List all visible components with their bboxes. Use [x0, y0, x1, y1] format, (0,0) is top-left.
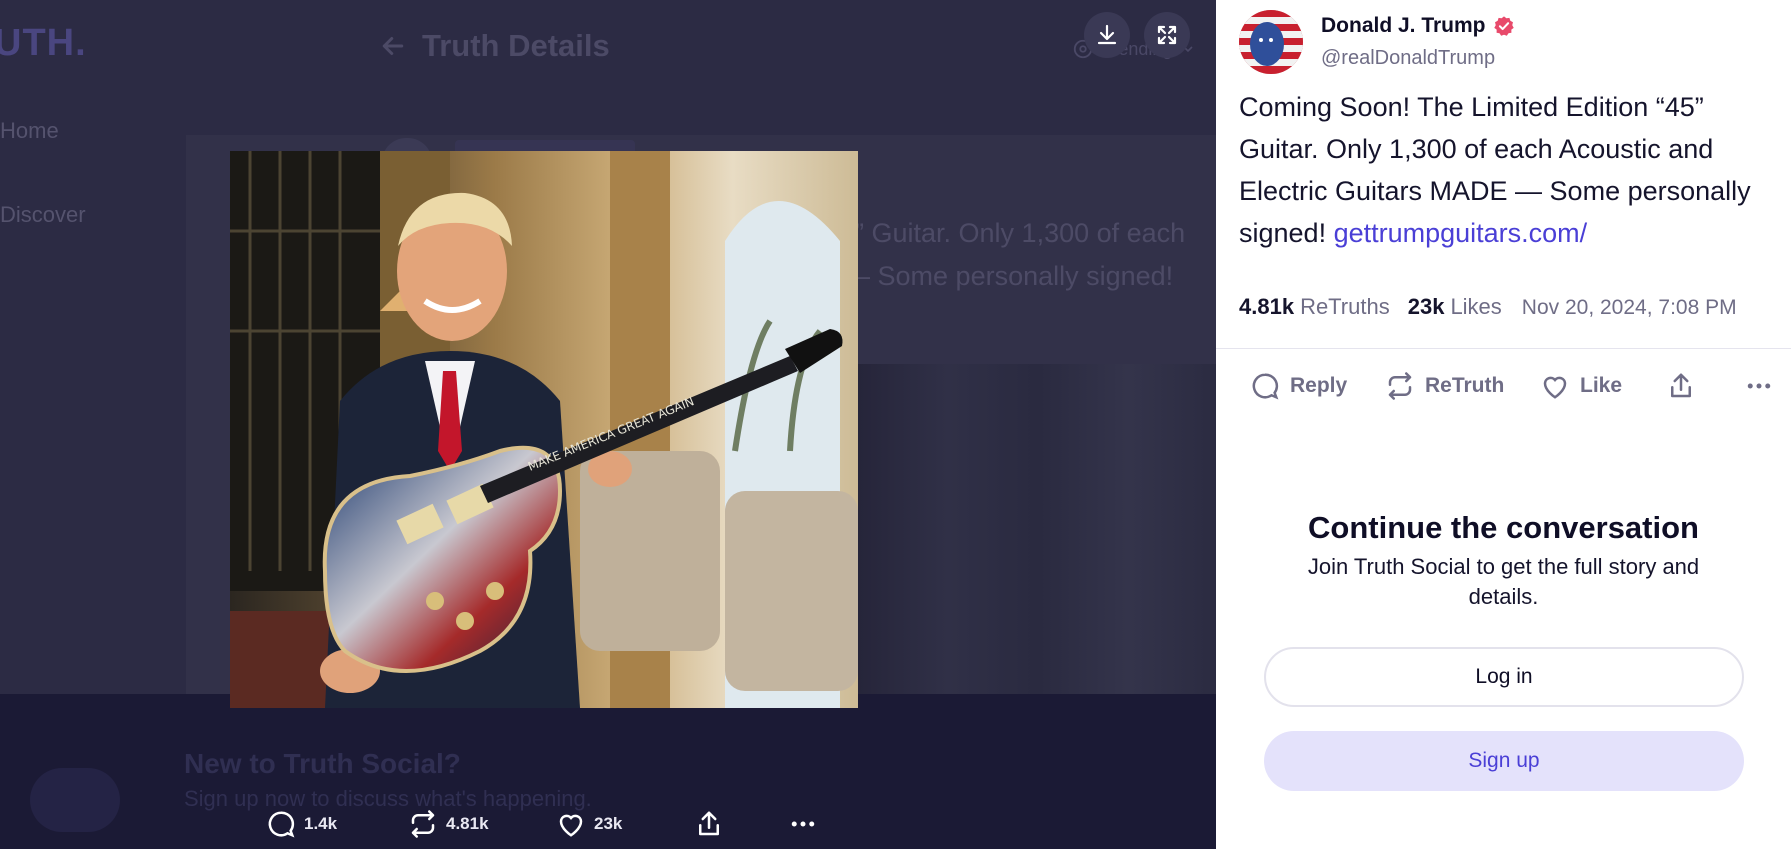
share-button[interactable] — [1666, 366, 1696, 406]
post-body: Coming Soon! The Limited Edition “45” Gu… — [1239, 86, 1779, 254]
log-in-button[interactable]: Log in — [1264, 647, 1744, 707]
reply-button[interactable]: Reply — [1250, 366, 1347, 406]
heart-icon — [559, 814, 583, 837]
more-icon — [791, 821, 815, 827]
fullscreen-icon — [1157, 25, 1177, 45]
banner-subtitle: Sign up now to discuss what's happening. — [184, 786, 592, 811]
share-icon — [699, 811, 719, 836]
post-action-bar: Reply ReTruth Like — [1250, 366, 1780, 406]
author-name[interactable]: Donald J. Trump — [1321, 14, 1486, 38]
like-button[interactable]: Like — [1540, 366, 1622, 406]
avatar-image — [1239, 10, 1303, 74]
more-options-button[interactable] — [1744, 366, 1774, 406]
media-share-button[interactable] — [694, 809, 724, 839]
post-timestamp: Nov 20, 2024, 7:08 PM — [1521, 296, 1737, 319]
page-header: Truth Details — [378, 28, 610, 64]
cta-title: Continue the conversation — [1308, 510, 1699, 545]
back-arrow-icon — [382, 37, 404, 55]
post-link[interactable]: gettrumpguitars.com/ — [1334, 218, 1588, 248]
retruth-button[interactable]: ReTruth — [1385, 366, 1504, 406]
retruth-icon — [411, 810, 435, 838]
likes-count[interactable]: 23k — [1408, 294, 1445, 320]
bg-post-text-line: – Some personally signed! — [855, 261, 1174, 291]
more-icon — [1747, 383, 1771, 389]
likes-label[interactable]: Likes — [1450, 294, 1501, 320]
post-stats: 4.81k ReTruths 23k Likes Nov 20, 2024, 7… — [1239, 294, 1737, 320]
author-avatar[interactable] — [1239, 10, 1303, 74]
media-image[interactable]: MAKE AMERICA GREAT AGAIN — [230, 151, 858, 708]
media-reply-button[interactable]: 1.4k — [266, 809, 337, 839]
bg-post-text-line: ” Guitar. Only 1,300 of each — [855, 218, 1186, 248]
page-title: Truth Details — [422, 28, 610, 63]
reply-icon — [1252, 373, 1279, 400]
media-like-button[interactable]: 23k — [556, 809, 622, 839]
verified-badge-icon — [1493, 16, 1514, 36]
download-icon — [1097, 24, 1117, 45]
share-icon — [1671, 373, 1691, 398]
truth-social-logo: UTH. — [0, 22, 87, 64]
nav-item-discover: Discover — [0, 202, 86, 227]
retruths-label[interactable]: ReTruths — [1300, 294, 1390, 320]
divider — [1216, 348, 1791, 349]
post-photo: MAKE AMERICA GREAT AGAIN — [230, 151, 858, 708]
sign-up-button[interactable]: Sign up — [1264, 731, 1744, 791]
banner-title: New to Truth Social? — [184, 748, 461, 779]
reply-icon — [268, 811, 295, 838]
heart-icon — [1543, 376, 1567, 399]
fullscreen-button[interactable] — [1144, 12, 1190, 58]
retruth-icon — [1388, 372, 1412, 400]
media-retruth-button[interactable]: 4.81k — [408, 809, 489, 839]
media-more-button[interactable] — [788, 809, 818, 839]
author-handle[interactable]: @realDonaldTrump — [1321, 47, 1495, 70]
post-detail-panel: Donald J. Trump @realDonaldTrump Coming … — [1216, 0, 1791, 849]
banner-blob — [30, 768, 120, 832]
author-name-row: Donald J. Trump — [1321, 14, 1515, 38]
bg-post-image — [858, 364, 1216, 694]
cta-subtitle: Join Truth Social to get the full story … — [1307, 554, 1700, 609]
retruths-count[interactable]: 4.81k — [1239, 294, 1294, 320]
download-button[interactable] — [1084, 12, 1130, 58]
nav-item-home: Home — [0, 118, 59, 143]
